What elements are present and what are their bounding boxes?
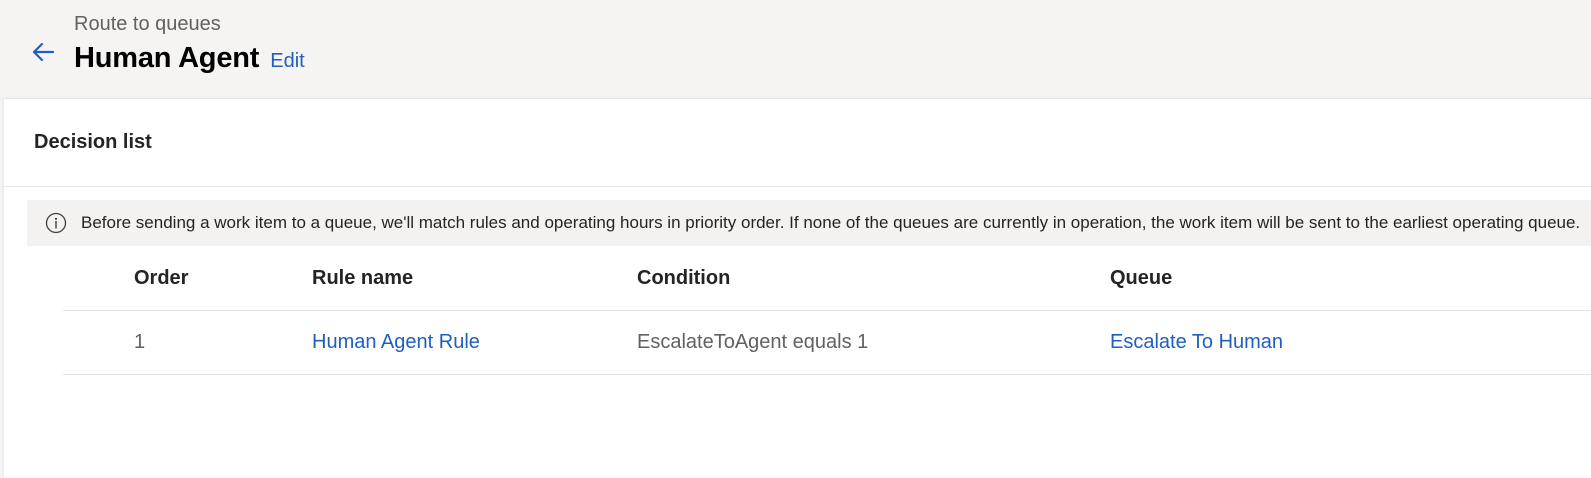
cell-condition: EscalateToAgent equals 1: [637, 331, 869, 353]
arrow-left-icon: [32, 42, 55, 62]
info-message-bar: Before sending a work item to a queue, w…: [27, 200, 1591, 246]
title-row: Human Agent Edit: [74, 40, 305, 76]
breadcrumb: Route to queues: [74, 13, 221, 35]
column-header-order[interactable]: Order: [134, 267, 188, 290]
cell-order: 1: [134, 331, 146, 353]
rule-name-link[interactable]: Human Agent Rule: [312, 331, 480, 354]
queue-link[interactable]: Escalate To Human: [1110, 331, 1283, 354]
column-header-rule-name[interactable]: Rule name: [312, 267, 413, 290]
table-row[interactable]: 1 Human Agent Rule EscalateToAgent equal…: [63, 311, 1591, 375]
page-title: Human Agent: [74, 42, 260, 74]
back-button[interactable]: [28, 37, 58, 67]
page-header: Route to queues Human Agent Edit: [0, 0, 1591, 98]
column-header-queue[interactable]: Queue: [1110, 267, 1172, 290]
table-header: Order Rule name Condition Queue: [63, 249, 1591, 311]
edit-link[interactable]: Edit: [270, 50, 304, 73]
divider: [4, 186, 1591, 187]
info-message-text: Before sending a work item to a queue, w…: [81, 213, 1581, 232]
column-header-condition[interactable]: Condition: [637, 267, 730, 290]
info-icon: [45, 212, 67, 234]
decision-table: Order Rule name Condition Queue 1 Human …: [63, 249, 1591, 375]
decision-list-card: Decision list Before sending a work item…: [4, 98, 1591, 478]
decision-list-title: Decision list: [34, 131, 152, 153]
